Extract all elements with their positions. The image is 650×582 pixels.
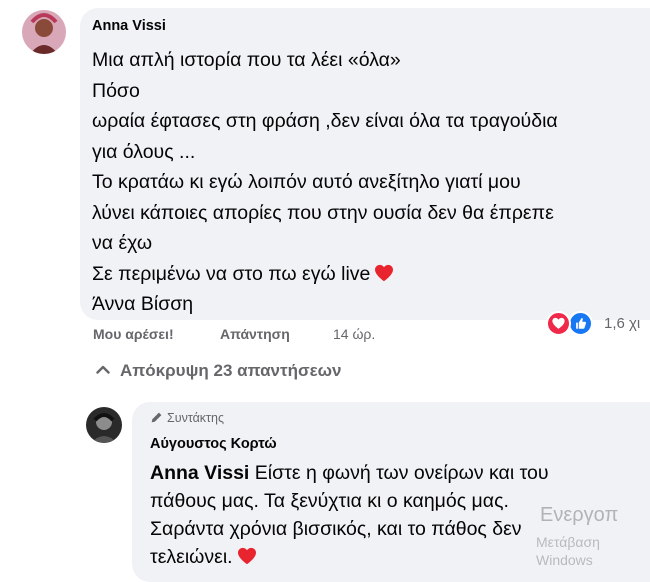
comment-line: πάθους μας. Τα ξενύχτια κι ο καημός μας. [150,490,509,512]
comment-line: για όλους ... [92,140,196,163]
like-link[interactable]: Μου αρέσει! [93,326,174,342]
comment-line-with-mention: Anna Vissi Είστε η φωνή των ονείρων και … [150,459,650,487]
badge-label: Συντάκτης [167,411,224,425]
comment-bubble: Anna Vissi Μια απλή ιστορία που τα λέει … [80,8,650,320]
comment-line-with-heart: Σε περιμένω να στο πω εγώ live [92,259,650,290]
comment-line: ωραία έφτασες στη φράση ,δεν είναι όλα τ… [92,110,558,132]
comment-line: λύνει κάποιες απορίες που στην ουσία δεν… [92,201,554,224]
reaction-count: 1,6 χι [604,315,641,332]
comment-author[interactable]: Αύγουστος Κορτώ [150,436,277,452]
reply-link[interactable]: Απάντηση [220,326,290,342]
mention-link[interactable]: Anna Vissi [150,462,249,484]
avatar-avgoustos-korto[interactable] [86,407,122,443]
comment-line: να έχω [92,232,153,254]
windows-activation-subtext: Μετάβαση Windows [536,533,600,569]
heart-emoji-icon [237,547,256,565]
comment-line: Μια απλή ιστορία που τα λέει «όλα» [92,49,401,71]
heart-emoji-icon [375,264,394,281]
watermark-line: Μετάβαση [536,534,600,550]
comment-text: Μια απλή ιστορία που τα λέει «όλα» Πόσο … [92,45,650,320]
comment-line: Το κρατάω κι εγώ λοιπόν αυτό ανεξίτηλο γ… [92,171,521,193]
chevron-up-icon [96,365,110,374]
comment-line: Σε περιμένω να στο πω εγώ live [92,262,371,285]
hide-replies-label: Απόκρυψη 23 απαντήσεων [120,361,342,380]
timestamp[interactable]: 14 ώρ. [333,326,375,342]
hide-replies-toggle[interactable]: Απόκρυψη 23 απαντήσεων [96,361,342,381]
comment-line: Πόσο [92,79,140,102]
pen-icon [151,412,162,423]
watermark-line: Windows [536,552,593,568]
comment-line: τελειώνει. [150,546,233,568]
comment-author[interactable]: Anna Vissi [92,18,166,34]
reactions-summary[interactable]: 1,6 χι [544,309,650,339]
author-badge: Συντάκτης [150,411,224,425]
comment-line: Είστε η φωνή των ονείρων και του [249,462,549,484]
like-reaction-icon [568,311,593,336]
avatar-anna-vissi[interactable] [22,10,66,54]
heart-reaction-icon [546,311,571,336]
